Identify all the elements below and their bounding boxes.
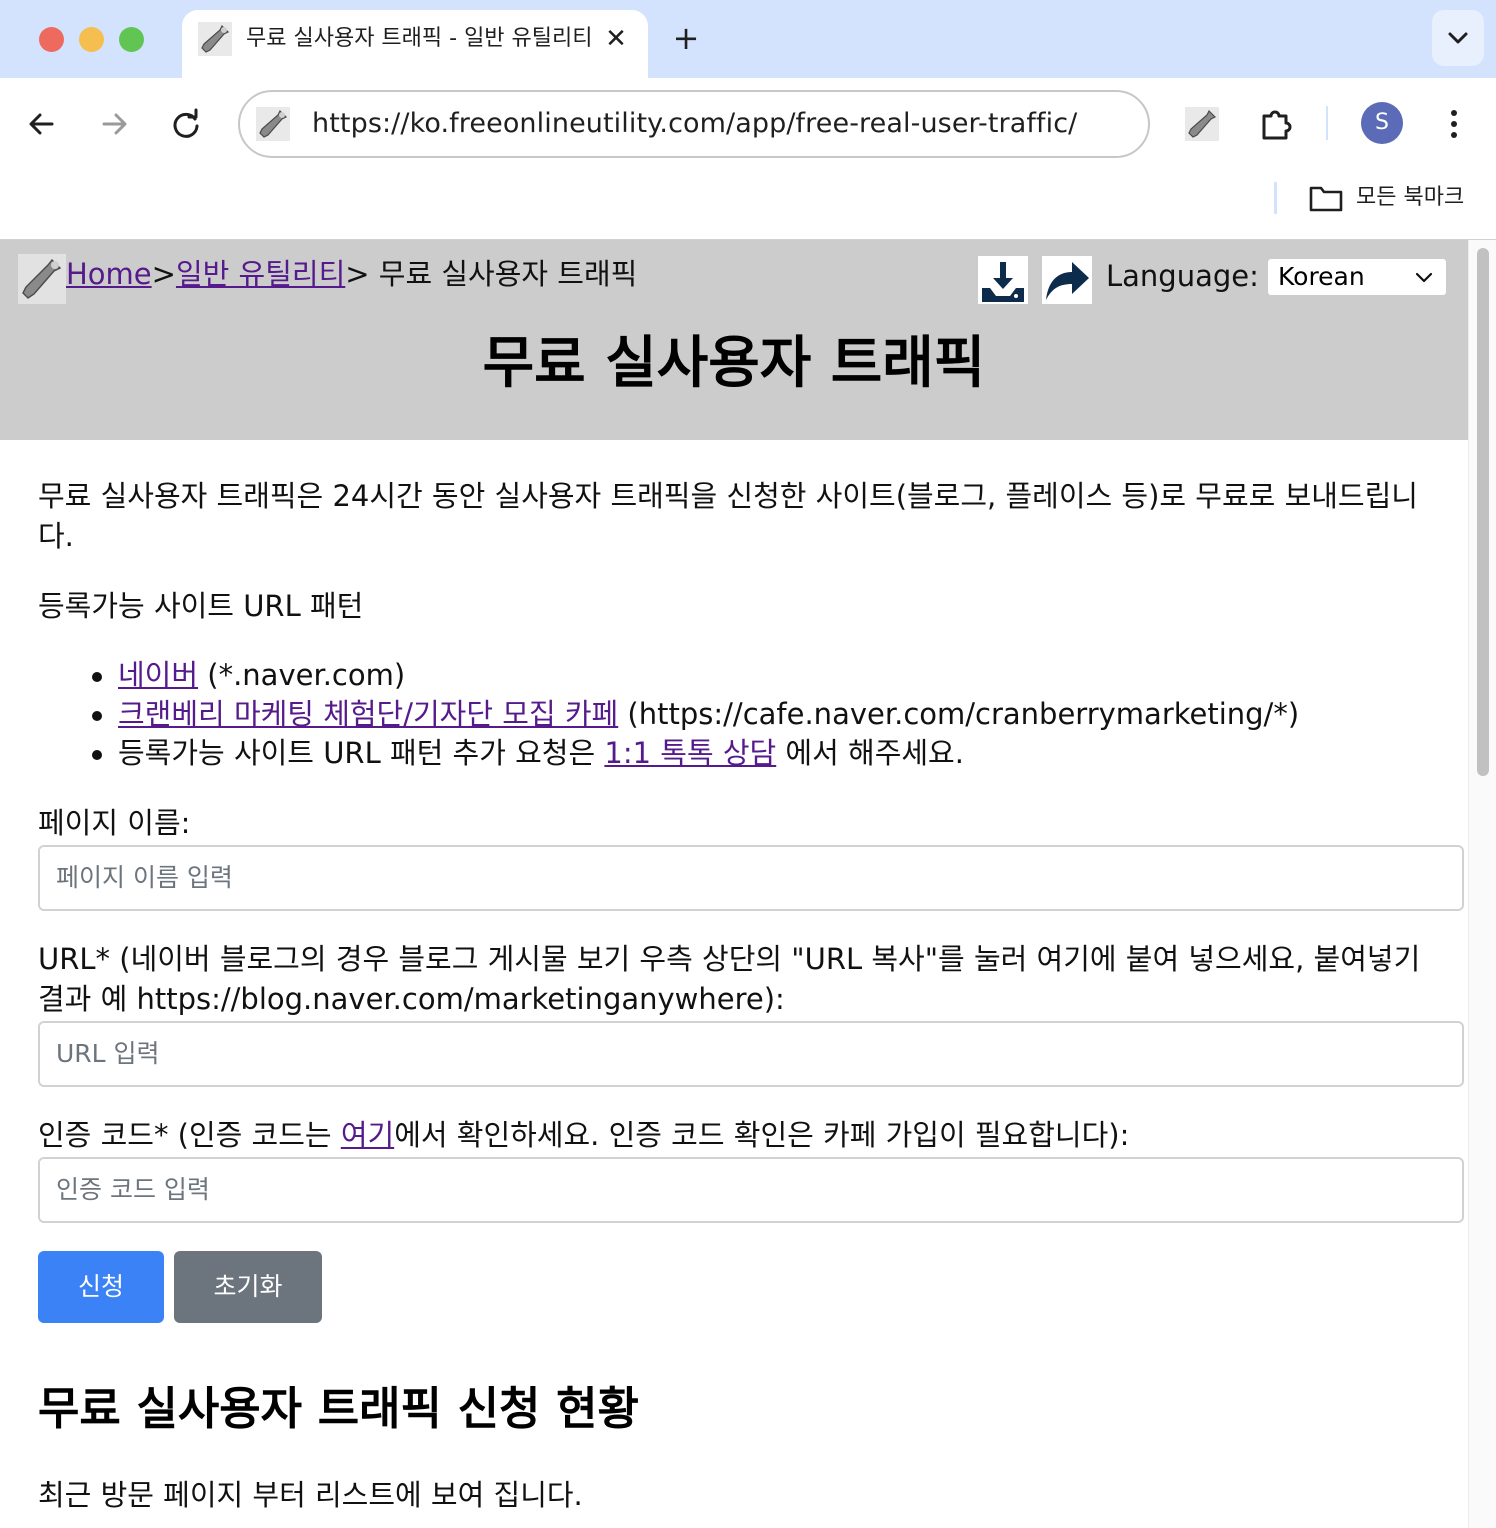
auth-code-input[interactable]: 인증 코드 입력 [38,1157,1464,1223]
cranberry-cafe-link[interactable]: 크랜베리 마케팅 체험단/기자단 모집 카페 [118,697,618,731]
list-item: 네이버 (*.naver.com) [90,656,1438,695]
profile-avatar[interactable]: S [1361,102,1403,144]
wrench-logo-icon[interactable] [18,254,66,304]
download-icon [982,262,1024,302]
tab-strip: 무료 실사용자 트래픽 - 일반 유틸리티 ✕ + [0,0,1496,78]
list-item: 크랜베리 마케팅 체험단/기자단 모집 카페 (https://cafe.nav… [90,695,1438,734]
folder-icon[interactable] [1308,182,1344,214]
naver-pattern-text: (*.naver.com) [198,658,406,692]
active-tab[interactable]: 무료 실사용자 트래픽 - 일반 유틸리티 ✕ [182,10,648,78]
all-bookmarks-button[interactable]: 모든 북마크 [1356,180,1464,216]
minimize-window-button[interactable] [79,27,104,52]
more-vert-icon[interactable] [1434,104,1474,144]
request-suffix: 에서 해주세요. [776,736,964,770]
tab-title: 무료 실사용자 트래픽 - 일반 유틸리티 [246,26,592,51]
breadcrumb-home-link[interactable]: Home [66,257,152,291]
status-heading: 무료 실사용자 트래픽 신청 현황 [38,1382,639,1435]
url-pattern-list: 네이버 (*.naver.com) 크랜베리 마케팅 체험단/기자단 모집 카페… [90,656,1438,773]
patterns-heading: 등록가능 사이트 URL 패턴 [38,589,364,623]
scrollbar-thumb[interactable] [1477,248,1489,776]
browser-toolbar: https://ko.freeonlineutility.com/app/fre… [0,78,1496,240]
url-text: https://ko.freeonlineutility.com/app/fre… [312,108,1078,139]
new-tab-button[interactable]: + [668,20,704,56]
site-wrench-icon [256,107,290,141]
request-text: 등록가능 사이트 URL 패턴 추가 요청은 [118,736,605,770]
form-actions: 신청 초기화 [38,1251,1438,1323]
page-name-label: 페이지 이름: [38,806,191,840]
main-content: 무료 실사용자 트래픽은 24시간 동안 실사용자 트래픽을 신청한 사이트(블… [38,476,1464,1528]
forward-arrow-icon[interactable] [94,104,134,144]
chevron-down-icon [1415,272,1433,283]
tab-search-icon [1448,32,1468,44]
auth-code-here-link[interactable]: 여기 [341,1118,394,1152]
toolbar-divider [1326,106,1328,140]
talk-consult-link[interactable]: 1:1 톡톡 상담 [604,736,776,770]
cafe-pattern-text: (https://cafe.naver.com/cranberrymarketi… [618,697,1300,731]
download-button[interactable] [978,256,1028,304]
naver-link[interactable]: 네이버 [118,658,198,692]
address-bar[interactable]: https://ko.freeonlineutility.com/app/fre… [238,90,1150,158]
extensions-puzzle-icon[interactable] [1256,104,1296,144]
reset-button[interactable]: 초기화 [174,1251,322,1323]
bookmarks-divider [1274,182,1277,214]
language-selected-value: Korean [1278,262,1365,291]
breadcrumb-category-link[interactable]: 일반 유틸리티 [176,257,345,291]
intro-paragraph: 무료 실사용자 트래픽은 24시간 동안 실사용자 트래픽을 신청한 사이트(블… [38,479,1418,553]
wrench-favicon-icon [198,22,232,56]
share-arrow-icon [1046,262,1089,300]
language-select[interactable]: Korean [1268,259,1446,295]
status-note: 최근 방문 페이지 부터 리스트에 보여 집니다. [38,1478,583,1512]
page-title: 무료 실사용자 트래픽 [482,331,986,396]
share-button[interactable] [1042,256,1092,304]
breadcrumb: Home>일반 유틸리티> 무료 실사용자 트래픽 [66,254,637,294]
page-scrollbar[interactable] [1468,240,1496,1528]
auth-code-label: 인증 코드* (인증 코드는 여기에서 확인하세요. 인증 코드 확인은 카페 … [38,1115,1438,1155]
page-name-input[interactable]: 페이지 이름 입력 [38,845,1464,911]
submit-button[interactable]: 신청 [38,1251,164,1323]
reload-icon[interactable] [166,104,206,144]
back-arrow-icon[interactable] [22,104,62,144]
maximize-window-button[interactable] [119,27,144,52]
breadcrumb-separator: > [151,257,176,291]
page-viewport: Home>일반 유틸리티> 무료 실사용자 트래픽 Language: Kore… [0,240,1496,1528]
tab-search-button[interactable] [1432,10,1484,66]
url-input[interactable]: URL 입력 [38,1021,1464,1087]
page-header: Home>일반 유틸리티> 무료 실사용자 트래픽 Language: Kore… [0,240,1468,440]
url-label: URL* (네이버 블로그의 경우 블로그 게시물 보기 우측 상단의 "URL… [38,942,1421,1016]
language-label: Language: [1106,259,1259,293]
auth-code-label-suffix: 에서 확인하세요. 인증 코드 확인은 카페 가입이 필요합니다): [394,1118,1130,1152]
auth-code-label-prefix: 인증 코드* (인증 코드는 [38,1118,341,1152]
list-item: 등록가능 사이트 URL 패턴 추가 요청은 1:1 톡톡 상담 에서 해주세요… [90,734,1438,773]
tab-close-icon[interactable]: ✕ [600,23,632,55]
extension-wrench-icon[interactable] [1182,104,1222,144]
breadcrumb-current: > 무료 실사용자 트래픽 [345,257,638,291]
close-window-button[interactable] [39,27,64,52]
